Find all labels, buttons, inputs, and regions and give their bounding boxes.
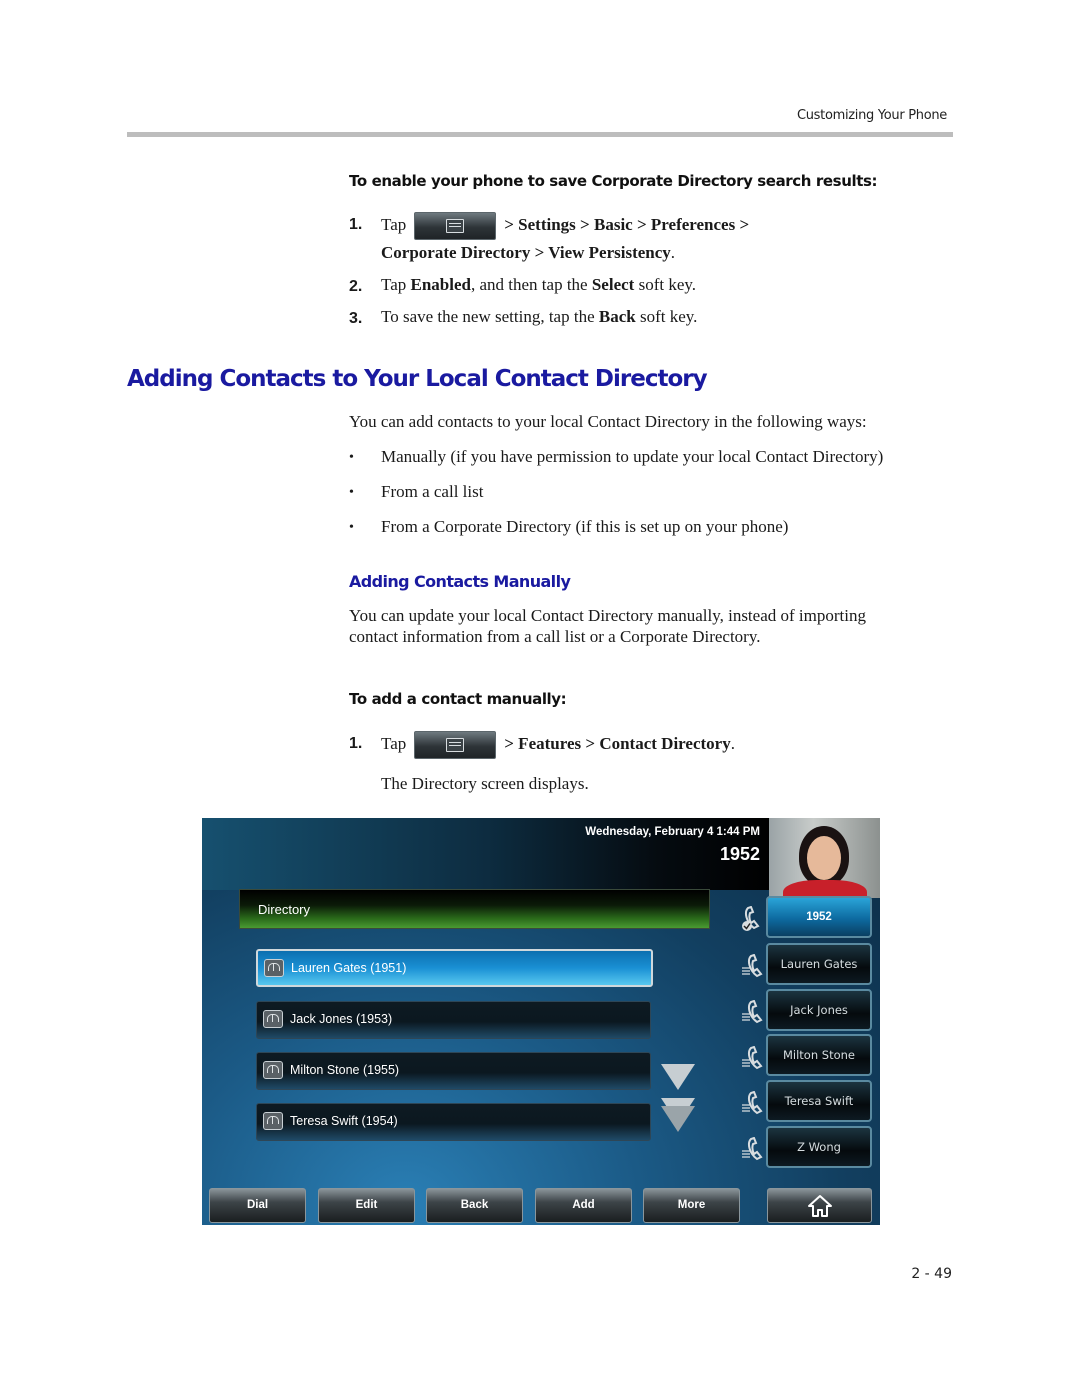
step-text: Tap (381, 214, 407, 234)
contact-book-icon (264, 959, 284, 977)
screen-title: Directory (258, 902, 311, 917)
contact-row[interactable]: Teresa Swift (1954) (256, 1103, 651, 1141)
step-number: 1. (349, 735, 363, 752)
step-result: The Directory screen displays. (381, 774, 589, 793)
running-header: Customizing Your Phone (796, 108, 947, 123)
menu-key-icon (414, 731, 497, 759)
step-text: soft key. (634, 275, 697, 294)
date-time: Wednesday, February 4 1:44 PM (585, 826, 760, 838)
softkey-add[interactable]: Add (535, 1188, 632, 1223)
line-key-1952[interactable]: 1952 (766, 896, 872, 938)
softkey-more[interactable]: More (643, 1188, 740, 1223)
procedure-title: To enable your phone to save Corporate D… (349, 172, 878, 190)
user-photo (769, 818, 880, 898)
screen-title-bar: Directory (239, 889, 710, 929)
home-icon (807, 1195, 832, 1217)
contact-name: Jack Jones (1953) (290, 1012, 393, 1026)
speed-dial-z-wong[interactable]: Z Wong (766, 1126, 872, 1168)
contact-book-icon (263, 1061, 283, 1079)
softkey-select-ref: Select (591, 275, 635, 294)
softkey-edit[interactable]: Edit (318, 1188, 415, 1223)
softkey-dial[interactable]: Dial (209, 1188, 306, 1223)
step-text: To save the new setting, tap the (381, 307, 599, 326)
contact-row[interactable]: Jack Jones (1953) (256, 1001, 651, 1039)
menu-path: > Features > Contact Directory (504, 733, 731, 753)
bullet-text: From a Corporate Directory (if this is s… (381, 517, 789, 536)
home-button[interactable] (767, 1188, 872, 1223)
speed-dial-icon (742, 1090, 764, 1117)
bullet-text: From a call list (381, 482, 484, 501)
header-rule (127, 132, 953, 137)
speed-dial-icon (742, 1136, 764, 1163)
extension-number: 1952 (719, 844, 760, 864)
speed-dial-icon (742, 999, 764, 1026)
menu-path-continued: Corporate Directory > View Persistency (381, 243, 671, 262)
bullet-text: Manually (if you have permission to upda… (381, 447, 884, 466)
step-text: , and then tap the (470, 275, 592, 294)
scroll-down-icon[interactable] (661, 1064, 695, 1090)
section-heading: Adding Contacts to Your Local Contact Di… (127, 366, 708, 392)
section-intro: You can add contacts to your local Conta… (349, 412, 867, 431)
menu-path: > Settings > Basic > Preferences > (504, 214, 750, 234)
contact-book-icon (263, 1010, 283, 1028)
phone-screenshot: Wednesday, February 4 1:44 PM 1952 Direc… (202, 818, 880, 1225)
contact-row[interactable]: Milton Stone (1955) (256, 1052, 651, 1090)
speed-dial-lauren-gates[interactable]: Lauren Gates (766, 943, 872, 985)
registered-line-icon (742, 905, 764, 932)
step-number: 3. (349, 310, 363, 327)
page-down-icon[interactable] (661, 1098, 695, 1134)
page-number: 2 - 49 (911, 1266, 952, 1282)
step-text: soft key. (635, 307, 698, 326)
step-number: 2. (349, 278, 363, 295)
step-text: Tap (381, 275, 411, 294)
bullet-icon: • (349, 485, 354, 500)
menu-key-icon (414, 212, 497, 240)
speed-dial-icon (742, 953, 764, 980)
step-number: 1. (349, 216, 363, 233)
contact-name: Lauren Gates (1951) (291, 961, 407, 975)
bullet-icon: • (349, 450, 354, 465)
subsection-paragraph-line-2: contact information from a call list or … (349, 627, 761, 646)
bullet-icon: • (349, 520, 354, 535)
softkey-back[interactable]: Back (426, 1188, 523, 1223)
step-text: Tap (381, 733, 407, 753)
contact-name: Teresa Swift (1954) (290, 1114, 398, 1128)
option-enabled: Enabled (410, 275, 471, 294)
period: . (670, 243, 676, 262)
subsection-paragraph-line-1: You can update your local Contact Direct… (349, 606, 866, 625)
softkey-back-ref: Back (598, 307, 636, 326)
speed-dial-teresa-swift[interactable]: Teresa Swift (766, 1080, 872, 1122)
speed-dial-jack-jones[interactable]: Jack Jones (766, 989, 872, 1031)
period: . (730, 733, 735, 753)
contact-row[interactable]: Lauren Gates (1951) (256, 949, 653, 987)
speed-dial-icon (742, 1045, 764, 1072)
subsection-heading: Adding Contacts Manually (349, 572, 571, 591)
contact-book-icon (263, 1112, 283, 1130)
contact-name: Milton Stone (1955) (290, 1063, 400, 1077)
procedure-title: To add a contact manually: (349, 690, 567, 708)
speed-dial-milton-stone[interactable]: Milton Stone (766, 1034, 872, 1076)
